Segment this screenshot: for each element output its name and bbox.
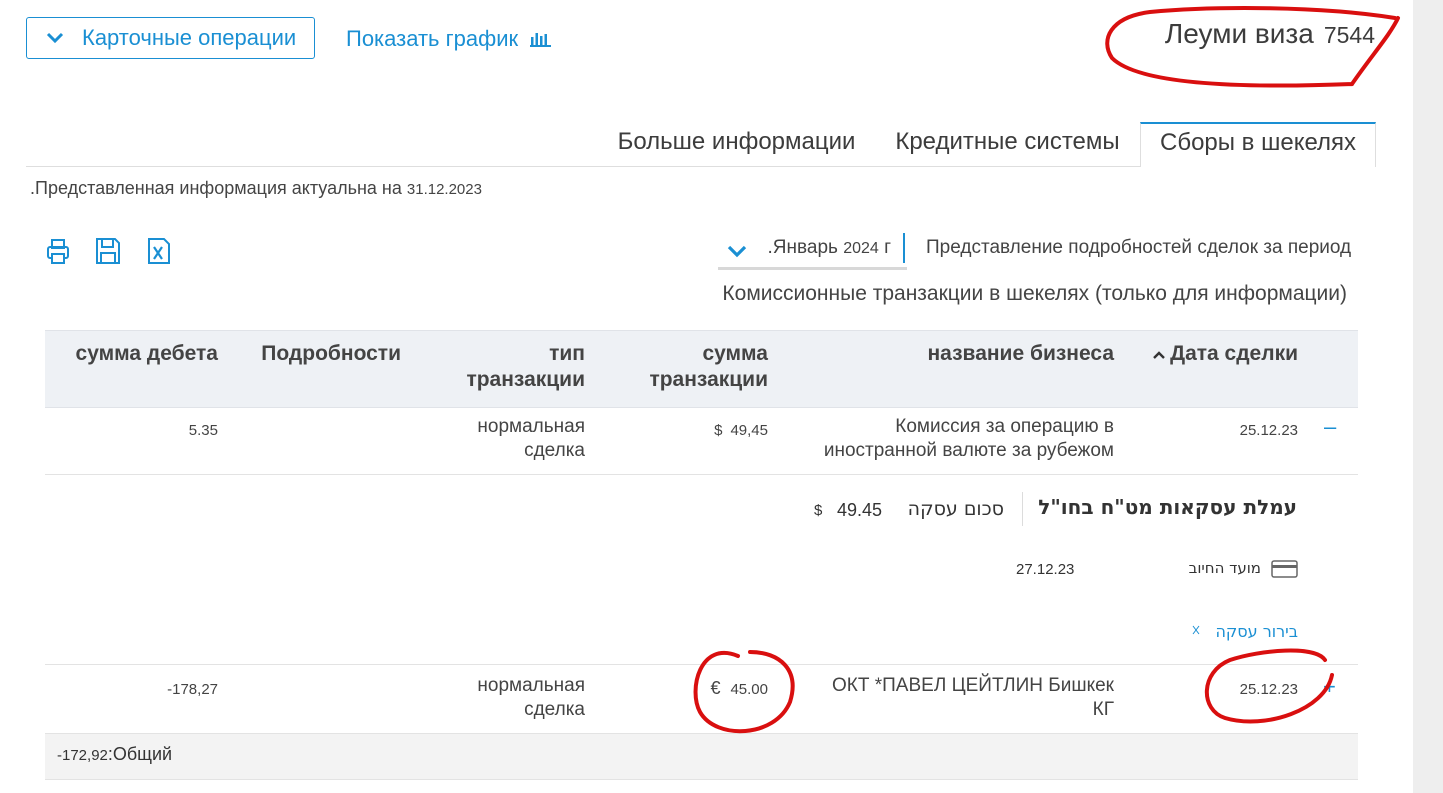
card-name: Леуми виза xyxy=(1164,18,1314,49)
credit-card-icon xyxy=(1271,560,1298,578)
chevron-down-icon xyxy=(727,245,747,258)
detail-title: עמלת עסקאות מט"ח בחו"ל xyxy=(1038,495,1297,519)
scrollbar-track[interactable] xyxy=(1413,0,1443,793)
column-date[interactable]: Дата сделки xyxy=(1152,341,1298,367)
row-date: 25.12.23 xyxy=(1239,422,1298,439)
collapse-row-toggle[interactable]: – xyxy=(1324,414,1336,440)
column-type: тип транзакции xyxy=(466,342,585,391)
total-text: -172,92:Общий xyxy=(57,744,173,764)
column-debit: сумма дебета xyxy=(75,342,218,365)
sort-up-icon xyxy=(1152,341,1166,367)
show-chart-link[interactable]: Показать график xyxy=(346,26,552,52)
row-debit: -178,27 xyxy=(167,681,218,698)
external-link-icon[interactable] xyxy=(1192,625,1200,635)
card-operations-dropdown[interactable]: Карточные операции xyxy=(26,17,315,59)
info-actual-date: .Представленная информация актуальна на … xyxy=(30,178,482,198)
save-icon[interactable] xyxy=(94,236,122,266)
row-debit: 5.35 xyxy=(188,422,218,439)
expand-row-toggle[interactable]: + xyxy=(1323,674,1336,700)
inquiry-link[interactable]: בירור עסקה xyxy=(1215,622,1298,641)
section-title: Комиссионные транзакции в шекелях (тольк… xyxy=(722,282,1347,305)
card-title: Леуми виза 7544 xyxy=(1165,18,1375,50)
charge-date-label: מועד החיוב xyxy=(1188,559,1261,577)
card-number: 7544 xyxy=(1323,22,1375,48)
charge-date-value: 27.12.23 xyxy=(1016,561,1075,578)
period-label: Представление подробностей сделок за пер… xyxy=(926,237,1352,258)
row-business-name: Комиссия за операцию в иностранной валют… xyxy=(823,416,1114,461)
detail-amount-currency: $ xyxy=(814,502,823,519)
total-bar: -172,92:Общий xyxy=(45,733,1358,780)
show-chart-label: Показать график xyxy=(346,26,519,51)
row-type: нормальная сделка xyxy=(477,416,585,461)
bar-chart-icon xyxy=(530,33,552,47)
card-operations-label: Карточные операции xyxy=(82,25,297,50)
detail-amount-value: 49.45 xyxy=(837,500,883,520)
column-amount: сумма транзакции xyxy=(649,342,768,391)
tab-shekel-fees[interactable]: Сборы в шекелях xyxy=(1140,122,1376,167)
column-details: Подробности xyxy=(261,342,401,365)
row-divider xyxy=(45,664,1358,665)
row-business-name: ОКТ *ПАВЕЛ ЦЕЙТЛИН Бишкек КГ xyxy=(832,675,1114,720)
detail-separator xyxy=(1022,492,1023,526)
row-divider xyxy=(45,474,1358,475)
row-date: 25.12.23 xyxy=(1239,681,1298,698)
tabs-divider xyxy=(26,166,598,167)
chevron-down-icon xyxy=(46,32,64,44)
detail-amount-label: סכום עסקה xyxy=(907,498,1004,520)
period-value: .Январь 2024 г xyxy=(767,237,892,258)
period-select[interactable]: .Январь 2024 г xyxy=(718,232,907,270)
printer-icon[interactable] xyxy=(44,236,72,266)
row-type: нормальная сделка xyxy=(477,675,585,720)
tab-more-info[interactable]: Больше информации xyxy=(598,122,875,167)
row-amount: €45.00 xyxy=(710,678,768,698)
row-amount: $49,45 xyxy=(714,422,768,439)
column-business-name: название бизнеса xyxy=(927,342,1115,365)
excel-icon[interactable] xyxy=(144,236,172,266)
tab-credit-systems[interactable]: Кредитные системы xyxy=(875,122,1140,167)
